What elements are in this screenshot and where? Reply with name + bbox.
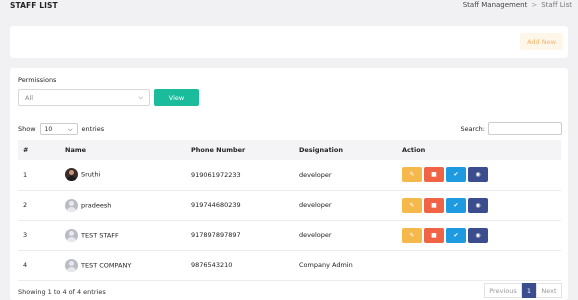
eye-icon: ◉ [475,201,481,209]
staff-name: TEST COMPANY [81,261,132,269]
table-row: 4 TEST COMPANY 9876543210 Company Admin [18,250,561,280]
entries-length-control: Show 10 ⌵ entries [18,123,104,135]
check-icon: ✔ [453,201,459,209]
next-page-button[interactable]: Next [536,283,562,298]
row-number: 3 [23,231,28,239]
trash-icon: ■ [431,231,437,239]
view-button[interactable]: View [154,89,199,106]
phone-number: 9876543210 [191,261,233,269]
designation: Company Admin [299,261,353,269]
phone-number: 919744680239 [191,201,241,209]
staff-name-cell: TEST COMPANY [60,250,186,280]
entries-select-value: 10 [44,125,53,133]
row-number: 4 [23,261,28,269]
designation: developer [299,170,332,179]
row-number: 2 [23,201,28,209]
staff-name-cell: pradeesh [60,190,186,220]
row-number: 1 [23,170,28,179]
table-header-row: # Name Phone Number Designation Action [18,140,561,160]
staff-table-card: Permissions All ⌵ View Show 10 ⌵ entries… [10,68,568,300]
table-row: 2 pradeesh 919744680239 developer ✎ ■ ✔ … [18,190,561,220]
entries-select[interactable]: 10 ⌵ [39,123,78,135]
column-header-action: Action [402,146,426,154]
pencil-icon: ✎ [409,171,415,179]
permission-button[interactable]: ✔ [446,167,466,183]
search-input[interactable] [488,122,562,135]
breadcrumb-separator: > [531,1,538,9]
table-search: Search: [460,122,562,135]
permissions-select-value: All [25,93,34,102]
pagination: Previous 1 Next [484,283,562,298]
page-title: STAFF LIST [10,1,58,10]
previous-page-button[interactable]: Previous [484,283,522,298]
eye-icon: ◉ [475,171,481,179]
phone-number: 919061972233 [191,170,241,179]
pencil-icon: ✎ [409,201,415,209]
staff-name: Sruthi [81,170,101,179]
staff-name-cell: Sruthi [60,160,186,190]
view-details-button[interactable]: ◉ [468,227,488,243]
permissions-label: Permissions [18,76,57,84]
check-icon: ✔ [453,171,459,179]
delete-button[interactable]: ■ [424,227,444,243]
action-cell: ✎ ■ ✔ ◉ [397,190,561,220]
breadcrumb: Staff Management > Staff List [463,1,572,9]
column-header-number[interactable]: # [18,140,60,160]
add-new-button[interactable]: Add New [520,33,563,50]
action-cell: ✎ ■ ✔ ◉ [397,160,561,190]
designation: developer [299,201,332,209]
edit-button[interactable]: ✎ [402,227,422,243]
view-details-button[interactable]: ◉ [468,197,488,213]
chevron-down-icon: ⌵ [67,126,73,133]
staff-name: TEST STAFF [81,231,119,239]
delete-button[interactable]: ■ [424,197,444,213]
action-cell [397,250,561,280]
table-row: 1 Sruthi 919061972233 developer ✎ ■ ✔ ◉ [18,160,561,190]
table-info: Showing 1 to 4 of 4 entries [18,288,106,296]
search-label: Search: [460,124,485,133]
edit-button[interactable]: ✎ [402,167,422,183]
designation: developer [299,231,332,239]
column-header-designation[interactable]: Designation [294,140,397,160]
column-header-name[interactable]: Name [60,140,186,160]
eye-icon: ◉ [475,231,481,239]
avatar [65,258,78,272]
show-label: Show [18,125,36,133]
permissions-select[interactable]: All ⌵ [18,89,150,106]
page-1-button[interactable]: 1 [522,283,536,298]
staff-name: pradeesh [81,201,112,209]
edit-button[interactable]: ✎ [402,197,422,213]
avatar [65,168,78,182]
view-details-button[interactable]: ◉ [468,167,488,183]
avatar [65,198,78,212]
column-header-phone[interactable]: Phone Number [186,140,294,160]
staff-table: # Name Phone Number Designation Action 1… [18,140,561,281]
check-icon: ✔ [453,231,459,239]
entries-label: entries [81,125,105,133]
staff-name-cell: TEST STAFF [60,220,186,250]
phone-number: 917897897897 [191,231,241,239]
breadcrumb-current: Staff List [541,1,572,9]
trash-icon: ■ [431,171,437,179]
table-row: 3 TEST STAFF 917897897897 developer ✎ ■ … [18,220,561,250]
chevron-down-icon: ⌵ [138,94,143,101]
action-cell: ✎ ■ ✔ ◉ [397,220,561,250]
delete-button[interactable]: ■ [424,167,444,183]
top-bar: STAFF LIST Staff Management > Staff List [0,0,578,14]
permission-button[interactable]: ✔ [446,227,466,243]
avatar [65,228,78,242]
pencil-icon: ✎ [409,231,415,239]
actions-card: Add New [10,26,568,58]
trash-icon: ■ [431,201,437,209]
breadcrumb-parent[interactable]: Staff Management [463,1,528,9]
permission-button[interactable]: ✔ [446,197,466,213]
